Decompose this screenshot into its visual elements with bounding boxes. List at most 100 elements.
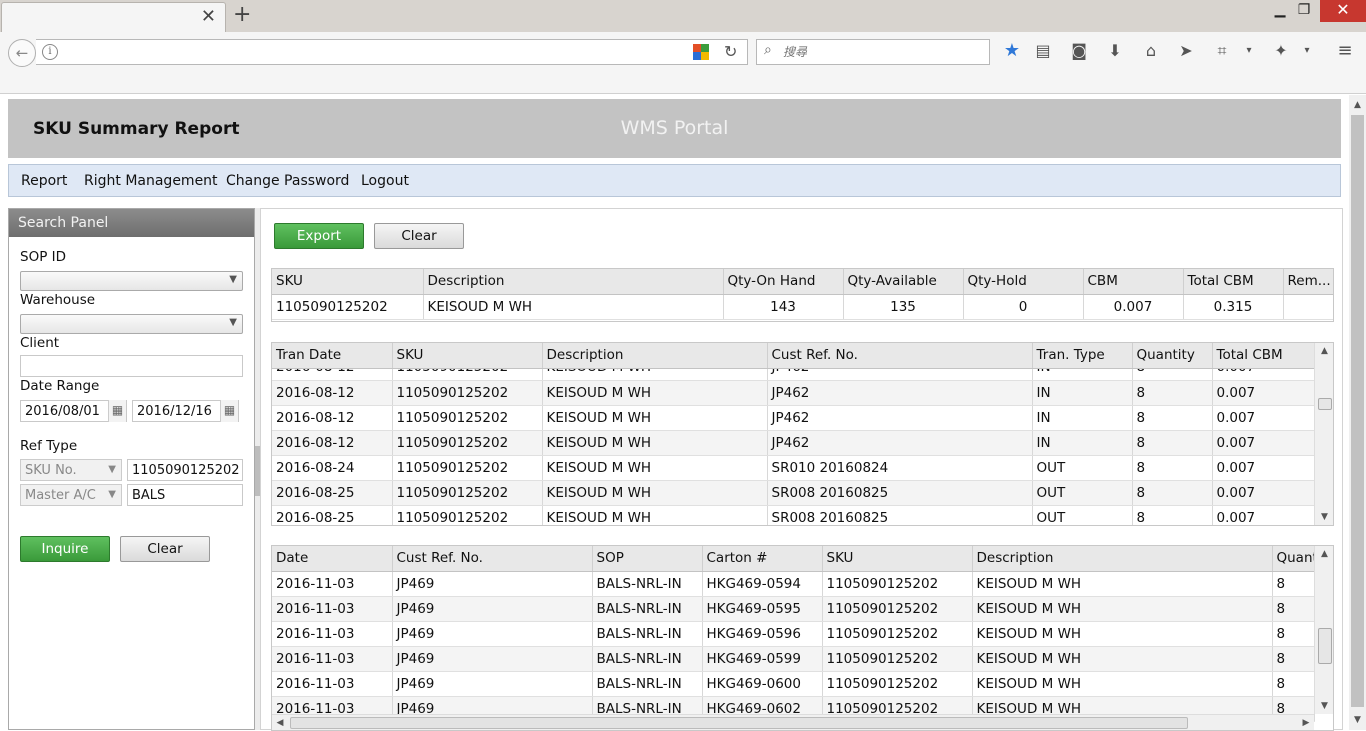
- table-row[interactable]: 2016-08-121105090125202KEISOUD M WHJP462…: [272, 405, 1314, 431]
- cartons-horizontal-scrollbar[interactable]: ◀ ▶: [272, 714, 1314, 730]
- table-row[interactable]: 2016-11-03 JP469 BALS-NRL-IN HKG469-0600 110…: [272, 671, 1315, 697]
- browser-search-input[interactable]: [781, 42, 981, 62]
- table-row[interactable]: 2016-11-03 JP469 BALS-NRL-IN HKG469-0594 110…: [272, 571, 1315, 597]
- chevron-down-icon: ▼: [229, 317, 237, 328]
- cell-total-cbm: 0.007: [1212, 480, 1314, 506]
- new-tab-icon[interactable]: +: [233, 4, 251, 26]
- close-tab-icon[interactable]: ✕: [201, 7, 216, 27]
- scroll-up-icon[interactable]: ▲: [1315, 546, 1333, 562]
- column-header-date[interactable]: Date: [272, 546, 393, 572]
- column-header-cust-ref[interactable]: Cust Ref. No.: [392, 546, 593, 572]
- cell-quantity: 8: [1132, 505, 1213, 525]
- column-header-total-cbm[interactable]: Total CBM: [1183, 269, 1284, 295]
- home-icon[interactable]: ⌂: [1140, 40, 1162, 62]
- scroll-right-icon[interactable]: ▶: [1298, 715, 1314, 730]
- sop-id-select[interactable]: ▼: [20, 271, 243, 291]
- column-header-qty-on-hand[interactable]: Qty-On Hand: [723, 269, 844, 295]
- chevron-down-icon[interactable]: ▾: [1238, 40, 1260, 62]
- cartons-scrollbar[interactable]: ▲ ▼: [1314, 546, 1333, 714]
- scrollbar-thumb[interactable]: [290, 717, 1188, 729]
- ref-value-input-2[interactable]: BALS: [127, 484, 243, 506]
- download-icon[interactable]: ⬇: [1104, 40, 1126, 62]
- pocket-icon[interactable]: ◙: [1068, 40, 1090, 62]
- table-row[interactable]: 1105090125202 KEISOUD M WH 143 135 0 0.0…: [272, 294, 1333, 320]
- calendar-icon[interactable]: ▦: [220, 400, 238, 422]
- send-icon[interactable]: ➤: [1175, 40, 1197, 62]
- warehouse-label: Warehouse: [20, 292, 96, 308]
- client-input[interactable]: [20, 355, 243, 377]
- scroll-down-icon[interactable]: ▼: [1315, 509, 1333, 525]
- menu-item-report[interactable]: Report: [21, 173, 67, 189]
- page-scrollbar[interactable]: ▲ ▼: [1349, 95, 1366, 730]
- transactions-scrollbar[interactable]: ▲ ▼: [1314, 343, 1333, 525]
- column-header-total-cbm[interactable]: Total CBM: [1212, 343, 1315, 369]
- scroll-down-icon[interactable]: ▼: [1349, 712, 1366, 728]
- menu-icon[interactable]: ≡: [1334, 40, 1356, 62]
- column-header-sku[interactable]: SKU: [392, 343, 543, 369]
- scroll-up-icon[interactable]: ▲: [1315, 343, 1333, 359]
- menu-item-logout[interactable]: Logout: [361, 173, 409, 189]
- column-header-carton[interactable]: Carton #: [702, 546, 823, 572]
- search-clear-button[interactable]: Clear: [120, 536, 210, 562]
- table-row[interactable]: 2016-08-25 1105090125202 KEISOUD M WH SR008…: [272, 505, 1314, 525]
- table-row[interactable]: 2016-08-24 1105090125202 KEISOUD M WH SR010…: [272, 455, 1314, 481]
- back-icon[interactable]: ←: [8, 39, 36, 67]
- scroll-left-icon[interactable]: ◀: [272, 715, 288, 730]
- url-bar[interactable]: i ↻: [36, 39, 748, 65]
- column-header-quantity[interactable]: Quant: [1272, 546, 1315, 572]
- table-row[interactable]: 2016-11-03 JP469 BALS-NRL-IN HKG469-0595 110…: [272, 596, 1315, 622]
- column-header-description[interactable]: Description: [972, 546, 1273, 572]
- browser-search-box[interactable]: ⌕: [756, 39, 990, 65]
- column-header-sop[interactable]: SOP: [592, 546, 703, 572]
- column-header-description[interactable]: Description: [423, 269, 724, 295]
- table-row[interactable]: 2016-08-121105090125202KEISOUD M WHJP462…: [272, 380, 1314, 406]
- column-header-remarks[interactable]: Rem...: [1283, 269, 1333, 295]
- maximize-icon[interactable]: ❐: [1294, 0, 1314, 22]
- clear-button[interactable]: Clear: [374, 223, 464, 249]
- column-header-qty-available[interactable]: Qty-Available: [843, 269, 964, 295]
- inquire-button[interactable]: Inquire: [20, 536, 110, 562]
- ref-type-select-1[interactable]: SKU No. ▼: [20, 459, 122, 481]
- date-range-label: Date Range: [20, 378, 100, 394]
- column-header-tran-date[interactable]: Tran Date: [272, 343, 393, 369]
- menu-item-right-management[interactable]: Right Management: [84, 173, 218, 189]
- table-row[interactable]: 2016-08-121105090125202KEISOUD M WHJP462…: [272, 369, 1314, 381]
- warehouse-select[interactable]: ▼: [20, 314, 243, 334]
- scrollbar-thumb[interactable]: [1318, 398, 1332, 410]
- reading-list-icon[interactable]: ▤: [1032, 40, 1054, 62]
- column-header-cbm[interactable]: CBM: [1083, 269, 1184, 295]
- reload-icon[interactable]: ↻: [724, 42, 737, 61]
- column-header-quantity[interactable]: Quantity: [1132, 343, 1213, 369]
- extension-icon[interactable]: ✦: [1270, 40, 1292, 62]
- info-icon[interactable]: i: [42, 44, 58, 60]
- table-row[interactable]: 2016-08-121105090125202KEISOUD M WHJP462…: [272, 430, 1314, 456]
- scrollbar-thumb[interactable]: [1318, 628, 1332, 664]
- scrollbar-thumb[interactable]: [1351, 115, 1364, 707]
- column-header-description[interactable]: Description: [542, 343, 768, 369]
- screenshot-icon[interactable]: ⌗: [1211, 40, 1233, 62]
- column-header-tran-type[interactable]: Tran. Type: [1032, 343, 1133, 369]
- minimize-icon[interactable]: ▁: [1270, 0, 1290, 22]
- export-button[interactable]: Export: [274, 223, 364, 249]
- calendar-icon[interactable]: ▦: [108, 400, 126, 422]
- column-header-sku[interactable]: SKU: [272, 269, 424, 295]
- bookmark-star-icon[interactable]: ★: [1001, 40, 1023, 62]
- scroll-down-icon[interactable]: ▼: [1315, 698, 1333, 714]
- cell-tran-type: OUT: [1032, 455, 1133, 481]
- ref-type-select-2[interactable]: Master A/C ▼: [20, 484, 122, 506]
- column-header-sku[interactable]: SKU: [822, 546, 973, 572]
- table-row[interactable]: 2016-11-03 JP469 BALS-NRL-IN HKG469-0596 110…: [272, 621, 1315, 647]
- ref-value-input-1[interactable]: 1105090125202: [127, 459, 243, 481]
- column-header-qty-hold[interactable]: Qty-Hold: [963, 269, 1084, 295]
- cell-total-cbm: 0.007: [1212, 405, 1314, 431]
- window-close-icon[interactable]: ✕: [1320, 0, 1366, 22]
- extension-icon[interactable]: [693, 44, 709, 60]
- table-row[interactable]: 2016-11-03 JP469 BALS-NRL-IN HKG469-0599 110…: [272, 646, 1315, 672]
- scroll-up-icon[interactable]: ▲: [1349, 97, 1366, 113]
- cell-sku: 1105090125202: [392, 505, 543, 525]
- browser-tab[interactable]: ✕: [1, 2, 226, 32]
- menu-item-change-password[interactable]: Change Password: [226, 173, 349, 189]
- chevron-down-icon[interactable]: ▾: [1296, 40, 1318, 62]
- column-header-cust-ref[interactable]: Cust Ref. No.: [767, 343, 1033, 369]
- table-row[interactable]: 2016-08-25 1105090125202 KEISOUD M WH SR008…: [272, 480, 1314, 506]
